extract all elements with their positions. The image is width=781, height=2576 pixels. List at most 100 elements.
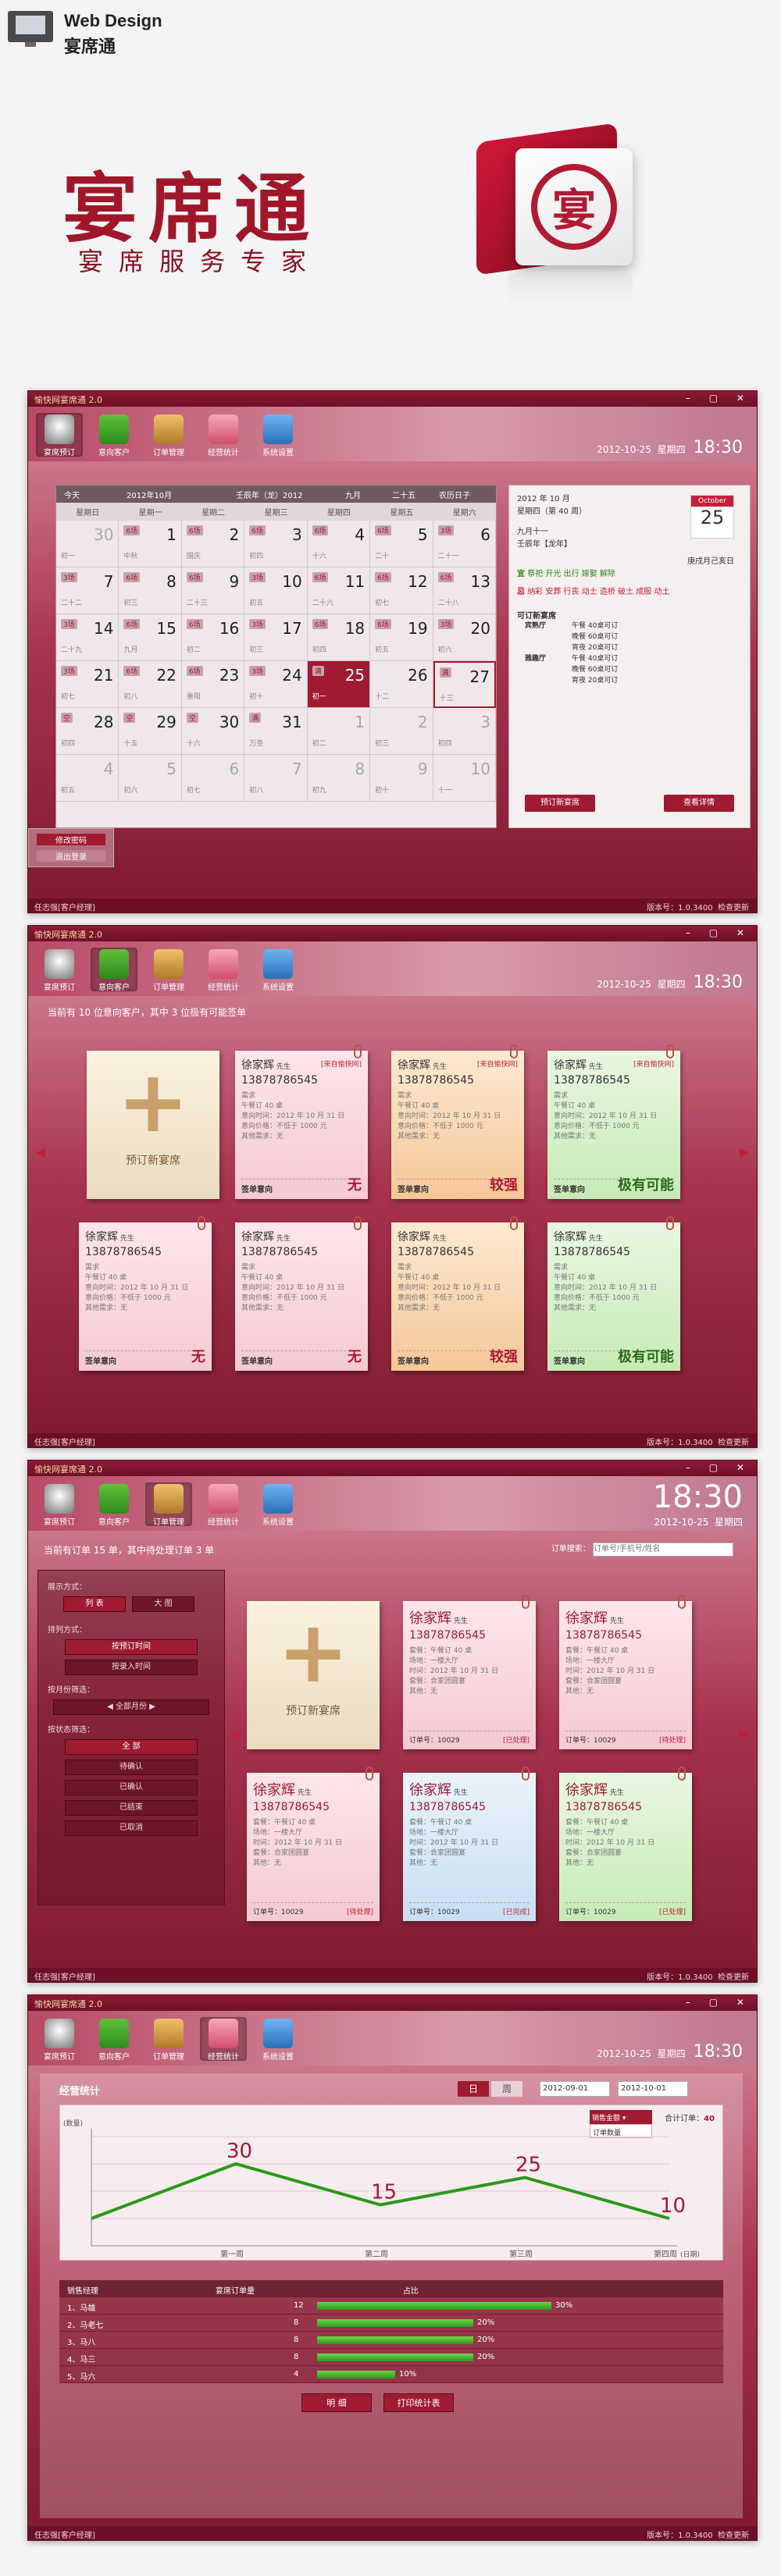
next-arrow[interactable]: ▶ [740,1144,749,1159]
lunar-day[interactable]: 二十五 [392,489,415,500]
order-card[interactable]: 徐家辉 先生 13878786545 套餐：午餐订 40 桌场地：一楼大厅 时间：20… [403,1595,536,1749]
logout-item[interactable]: 退出登录 [37,850,105,862]
calendar-day[interactable]: 8 初三 6场 [119,568,182,614]
calendar-day[interactable]: 14 二十九 3场 [56,614,119,661]
calendar-day[interactable]: 21 初七 3场 [56,661,119,708]
calendar-day[interactable]: 2 国庆 6场 [181,521,245,568]
calendar-day[interactable]: 12 初七 6场 [370,568,433,614]
toolbar-customers[interactable]: 意向客户 [91,1482,137,1527]
holiday-select[interactable]: 农历日子 [439,489,470,500]
calendar-day[interactable]: 10 初五 3场 [244,568,308,614]
sort-by-input-time[interactable]: 按录入时间 [65,1660,198,1675]
calendar-day[interactable]: 11 二十六 6场 [307,568,371,614]
calendar-day[interactable]: 9 二十三 6场 [181,568,245,614]
calendar-day[interactable]: 17 初三 3场 [244,614,308,661]
calendar-day[interactable]: 3 初四 6场 [244,521,308,568]
toolbar-orders[interactable]: 订单管理 [145,413,192,457]
customer-card[interactable]: 徐家辉 先生 13878786545 需求 午餐订 40 桌意向时间：2012 年 1… [391,1216,524,1371]
calendar-day[interactable]: 29 十五空 [119,708,182,755]
customer-card[interactable]: 徐家辉 先生 13878786545 需求 午餐订 40 桌意向时间：2012 年 1… [79,1216,212,1371]
window-controls[interactable]: – ▢ ✕ [686,1997,752,2008]
order-search-input[interactable] [593,1542,733,1557]
calendar-day[interactable]: 7 初八 [244,755,308,802]
toolbar-stats[interactable]: 经营统计 [200,2017,247,2062]
calendar-day[interactable]: 9 初十 [370,755,433,802]
state-filter-item[interactable]: 已确认 [65,1780,198,1795]
prev-arrow[interactable]: ◀ [36,1144,45,1159]
add-booking-card[interactable]: + 预订新宴席 [247,1601,380,1749]
toolbar-orders[interactable]: 订单管理 [145,1482,192,1527]
view-grid-button[interactable]: 大 图 [132,1596,194,1612]
toolbar-settings[interactable]: 系统设置 [255,948,301,992]
toolbar-booking[interactable]: 宴席预订 [36,413,83,457]
customer-card[interactable]: 徐家辉 先生 [来自愉快网] 13878786545 需求 午餐订 40 桌意向时间：2… [391,1044,524,1199]
calendar-day[interactable]: 13 二十八 6场 [433,568,496,614]
order-card[interactable]: 徐家辉 先生 13878786545 套餐：午餐订 40 桌场地：一楼大厅 时间：20… [559,1595,692,1749]
tab-day[interactable]: 日 [458,2081,489,2097]
calendar-day[interactable]: 1 中秋 6场 [119,521,182,568]
calendar-day[interactable]: 23 重阳 6场 [181,661,245,708]
view-detail-button[interactable]: 查看详情 [664,795,734,812]
toolbar-orders[interactable]: 订单管理 [145,2017,192,2062]
order-card[interactable]: 徐家辉 先生 13878786545 套餐：午餐订 40 桌场地：一楼大厅 时间：20… [403,1767,536,1921]
calendar-day[interactable]: 4 初五 [56,755,119,802]
state-filter-item[interactable]: 全 部 [65,1739,198,1755]
calendar-day[interactable]: 30 十六空 [181,708,245,755]
calendar-day[interactable]: 16 初二 6场 [181,614,245,661]
toolbar-customers[interactable]: 意向客户 [91,948,137,992]
detail-button[interactable]: 明 细 [301,2393,372,2412]
calendar-day[interactable]: 26 十二 [370,661,433,708]
window-controls[interactable]: – ▢ ✕ [686,1462,752,1473]
calendar-day[interactable]: 15 九月 6场 [119,614,182,661]
view-list-button[interactable]: 列 表 [63,1596,126,1612]
calendar-day[interactable]: 6 初七 [181,755,245,802]
toolbar-booking[interactable]: 宴席预订 [36,1482,83,1527]
update-link[interactable]: 检查更新 [718,904,749,913]
calendar-day[interactable]: 2 初三 [370,708,433,755]
toolbar-stats[interactable]: 经营统计 [200,1482,247,1527]
calendar-day[interactable]: 30 初一 [56,521,119,568]
sort-by-book-time[interactable]: 按预订时间 [65,1639,198,1655]
date-from-input[interactable]: 2012-09-01 [540,2081,610,2097]
state-filter-item[interactable]: 待确认 [65,1759,198,1775]
toolbar-stats[interactable]: 经营统计 [200,413,247,457]
next-arrow[interactable]: ▶ [740,1726,749,1741]
calendar-day[interactable]: 24 初十 3场 [244,661,308,708]
lunar-year[interactable]: 壬辰年（龙）2012 [236,489,302,500]
tab-week[interactable]: 周 [491,2081,522,2097]
window-controls[interactable]: – ▢ ✕ [686,927,752,938]
calendar-day[interactable]: 20 初六 3场 [433,614,496,661]
toolbar-settings[interactable]: 系统设置 [255,2017,301,2062]
calendar-day[interactable]: 5 初六 [119,755,182,802]
calendar-day[interactable]: 10 十一 [433,755,496,802]
calendar-day[interactable]: 27 十三满 [433,661,496,708]
toolbar-stats[interactable]: 经营统计 [200,948,247,992]
toolbar-customers[interactable]: 意向客户 [91,413,137,457]
print-button[interactable]: 打印统计表 [383,2393,454,2412]
prev-arrow[interactable]: ◀ [230,1726,239,1741]
order-card[interactable]: 徐家辉 先生 13878786545 套餐：午餐订 40 桌场地：一楼大厅 时间：20… [247,1767,380,1921]
toolbar-orders[interactable]: 订单管理 [145,948,192,992]
customer-card[interactable]: 徐家辉 先生 13878786545 需求 午餐订 40 桌意向时间：2012 年 1… [547,1216,680,1371]
toolbar-customers[interactable]: 意向客户 [91,2017,137,2062]
toolbar-booking[interactable]: 宴席预订 [36,948,83,992]
customer-card[interactable]: 徐家辉 先生 [来自愉快网] 13878786545 需求 午餐订 40 桌意向时间：2… [547,1044,680,1199]
today-button[interactable]: 今天 [64,489,80,500]
calendar-day[interactable]: 31 万圣满 [244,708,308,755]
order-card[interactable]: 徐家辉 先生 13878786545 套餐：午餐订 40 桌场地：一楼大厅 时间：20… [559,1767,692,1921]
state-filter-item[interactable]: 已取消 [65,1820,198,1836]
calendar-day[interactable]: 19 初五 6场 [370,614,433,661]
window-controls[interactable]: – ▢ ✕ [686,393,752,404]
calendar-day[interactable]: 7 二十二 3场 [56,568,119,614]
lunar-month[interactable]: 九月 [345,489,361,500]
customer-card[interactable]: 徐家辉 先生 [来自愉快网] 13878786545 需求 午餐订 40 桌意向时间：2… [235,1044,368,1199]
book-new-button[interactable]: 预订新宴席 [525,795,595,812]
calendar-day[interactable]: 25 初一满 [307,661,371,708]
toolbar-settings[interactable]: 系统设置 [255,413,301,457]
month-selector[interactable]: 2012年10月 [127,489,172,500]
add-booking-card[interactable]: + 预订新宴席 [87,1051,219,1199]
state-filter-item[interactable]: 已结束 [65,1800,198,1816]
calendar-day[interactable]: 1 初二 [307,708,371,755]
change-password-item[interactable]: 修改密码 [37,834,105,845]
toolbar-booking[interactable]: 宴席预订 [36,2017,83,2062]
